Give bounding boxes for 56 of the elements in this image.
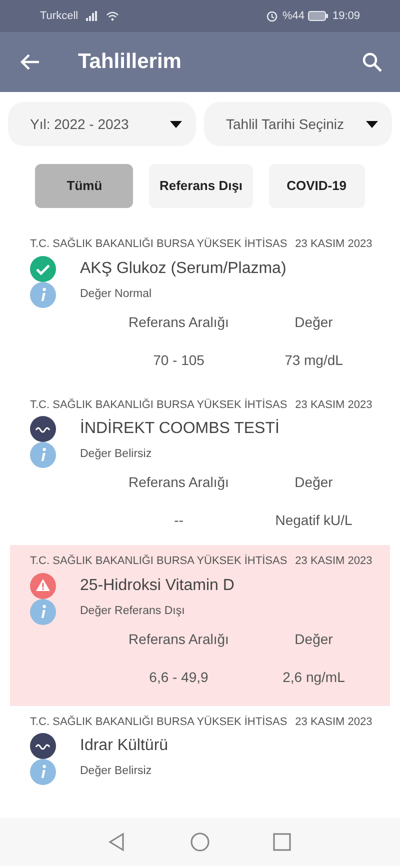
reference-range-text: 70 - 105 [153,352,204,368]
result-row[interactable]: T.C. SAĞLIK BAKANLIĞI BURSA YÜKSEK İHTİSAS 23 KASIM 2023 25-Hidroksi Vitamin D Değer Referans Dışı Referans Aralığı Değer 6,6 - 49,9 2,6 ng/mL [10,545,390,706]
result-row[interactable]: T.C. SAĞLIK BAKANLIĞI BURSA YÜKSEK İHTİSAS 23 KASIM 2023 Idrar Kültürü Değer Belirsiz [10,706,390,797]
wifi-icon [106,11,120,21]
result-row[interactable]: T.C. SAĞLIK BAKANLIĞI BURSA YÜKSEK İHTİSAS 23 KASIM 2023 AKŞ Glukoz (Serum/Plazma) Değer Normal Referans Aralığı Değer 70 - 105 73 mg/dL [10,228,390,388]
reference-range-text: -- [174,512,184,528]
status-text: Değer Normal [80,286,152,302]
result-value-text: 73 mg/dL [284,352,343,368]
back-button[interactable] [20,53,40,71]
column-label: Referans Aralığı [128,630,229,646]
battery-percent-text: %44 [282,8,304,24]
result-value-text: 2,6 ng/mL [282,668,345,684]
status-text: Değer Belirsiz [80,447,152,462]
screen-title: Tahlillerim [78,49,182,76]
column-label: Değer [294,630,333,646]
institution-text: T.C. SAĞLIK BAKANLIĞI BURSA YÜKSEK İHTİSAS [30,554,288,569]
column-label: Değer [294,474,333,490]
date-text: 23 KASIM 2023 [295,237,372,252]
institution-text: T.C. SAĞLIK BAKANLIĞI BURSA YÜKSEK İHTİSAS [30,714,288,730]
column-label: Referans Aralığı [128,314,229,330]
institution-text: T.C. SAĞLIK BAKANLIĞI BURSA YÜKSEK İHTİSAS [30,398,288,412]
caret-icon [170,120,182,128]
dropdown[interactable]: Yıl: 2022 - 2023 [8,102,196,146]
info-icon [30,442,56,468]
back-arrow-icon [20,53,40,71]
date-text: 23 KASIM 2023 [295,554,372,569]
signal-icon [86,11,98,21]
filter-chip[interactable]: Tümü [35,164,134,208]
date-text: 23 KASIM 2023 [295,398,372,412]
carrier-text: Turkcell [40,8,78,24]
reference-range-text: 6,6 - 49,9 [149,668,208,684]
home-nav-button[interactable] [190,832,210,852]
test-name: 25-Hidroksi Vitamin D [80,576,234,596]
info-icon [30,282,56,308]
info-icon [30,598,56,624]
status-text: Değer Belirsiz [80,764,152,780]
battery-icon [308,11,328,21]
date-text: 23 KASIM 2023 [295,714,372,730]
column-label: Değer [294,314,333,330]
result-value-text: Negatif kU/L [275,512,352,528]
column-label: Referans Aralığı [128,474,229,490]
filter-chip[interactable]: COVID-19 [268,164,365,208]
test-name: AKŞ Glukoz (Serum/Plazma) [80,258,286,278]
status-text: Değer Referans Dışı [80,604,185,619]
institution-text: T.C. SAĞLIK BAKANLIĞI BURSA YÜKSEK İHTİSAS [30,236,288,252]
search-button[interactable] [362,52,382,72]
recents-nav-button[interactable] [272,832,292,852]
search-icon [362,52,382,72]
dropdown[interactable]: Tahlil Tarihi Seçiniz [204,102,392,146]
test-name: Idrar Kültürü [80,736,168,756]
info-icon [30,759,56,785]
clock-text: 19:09 [332,8,360,24]
test-name: İNDİREKT COOMBS TESTİ [80,418,280,439]
alarm-icon [266,10,278,22]
filter-chip[interactable]: Referans Dışı [149,164,253,208]
caret-icon [366,120,378,128]
